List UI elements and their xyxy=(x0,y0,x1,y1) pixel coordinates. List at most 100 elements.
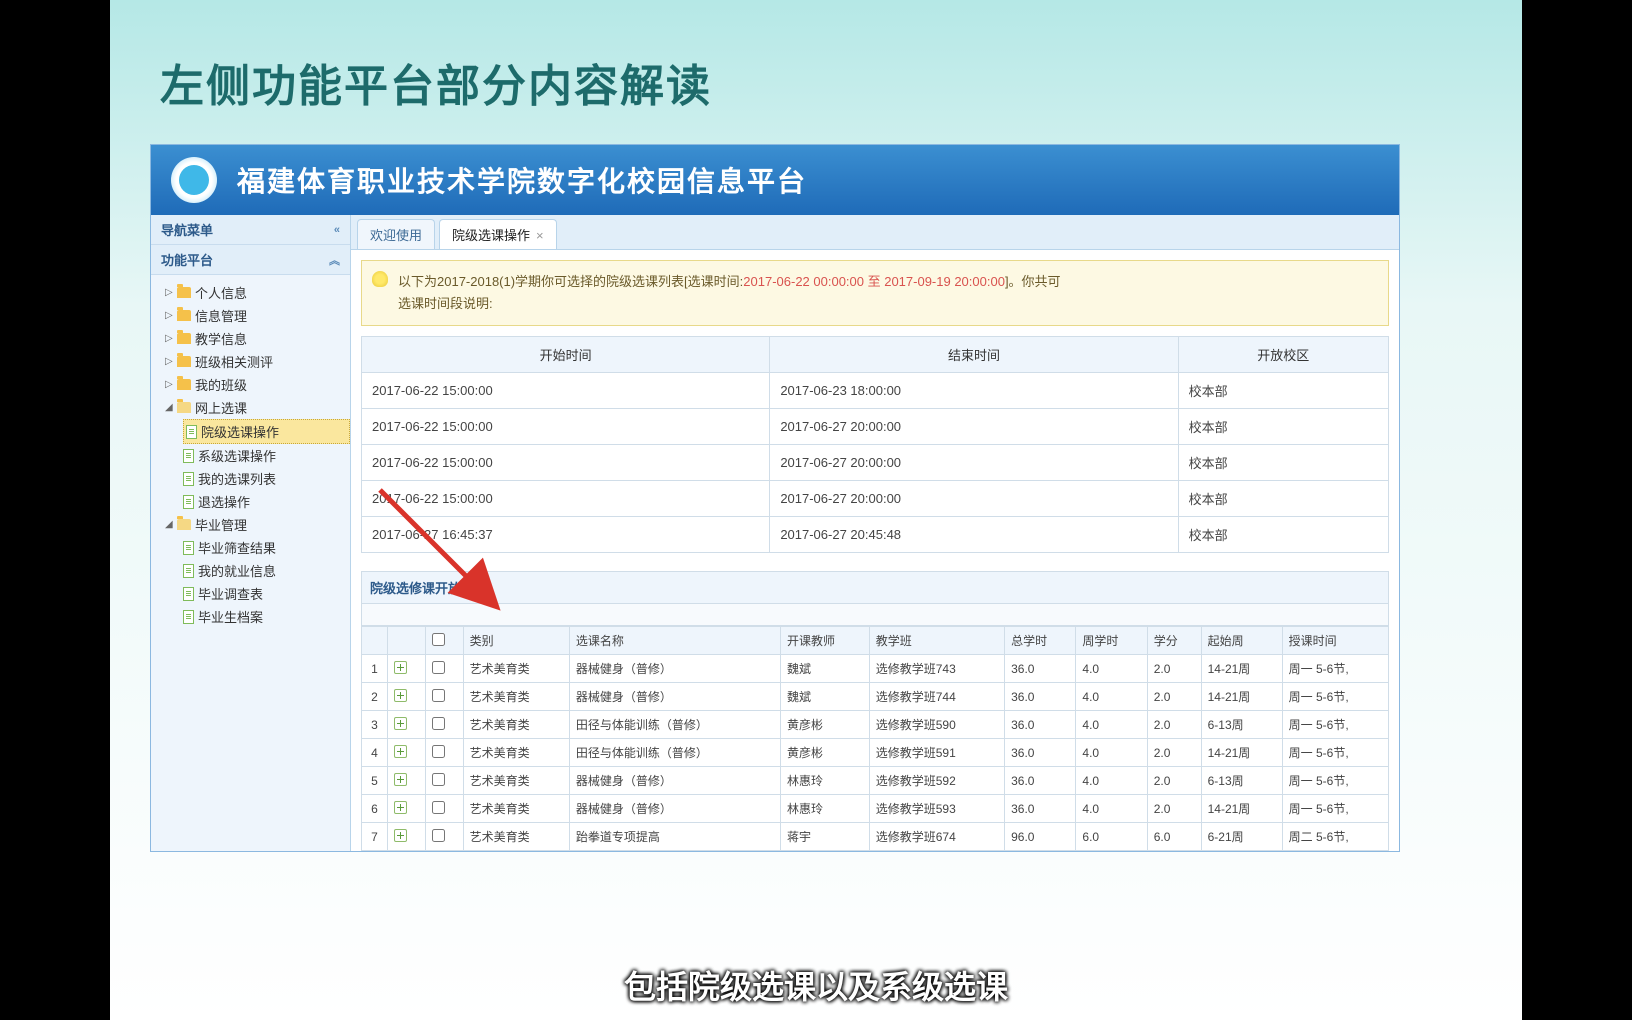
main-content: 欢迎使用 院级选课操作× 以下为2017-2018(1)学期你可选择的院级选课列… xyxy=(351,215,1399,851)
platform-header[interactable]: 功能平台 ︽ xyxy=(151,245,350,275)
sidebar: 导航菜单 « 功能平台 ︽ ▷个人信息 ▷信息管理 ▷教学信息 ▷班级相关测评 … xyxy=(151,215,351,851)
banner-prefix: 以下为2017-2018(1)学期你可选择的院级选课列表[选课时间: xyxy=(398,274,743,289)
add-course-icon[interactable] xyxy=(394,717,407,730)
file-icon xyxy=(183,564,194,578)
file-icon xyxy=(186,425,197,439)
banner-suffix: ]。你共可 xyxy=(1005,274,1061,289)
course-row: 5艺术美育类器械健身（普修）林惠玲选修教学班59236.04.02.06-13周… xyxy=(362,767,1389,795)
folder-open-icon xyxy=(177,519,191,530)
app-header: 福建体育职业技术学院数字化校园信息平台 xyxy=(151,145,1399,215)
add-course-icon[interactable] xyxy=(394,801,407,814)
row-checkbox[interactable] xyxy=(432,717,445,730)
time-row: 2017-06-22 15:00:002017-06-27 20:00:00校本… xyxy=(362,481,1389,517)
course-header xyxy=(425,627,463,655)
file-icon xyxy=(183,449,194,463)
course-header: 教学班 xyxy=(869,627,1004,655)
select-all-checkbox[interactable] xyxy=(432,633,445,646)
tree-node-graduation[interactable]: ◢毕业管理 xyxy=(155,513,350,536)
course-list-title: 院级选修课开放列表 xyxy=(361,571,1389,604)
time-header: 开始时间 xyxy=(362,337,770,373)
time-slot-table: 开始时间结束时间开放校区 2017-06-22 15:00:002017-06-… xyxy=(361,336,1389,553)
tree-leaf-yuan-select[interactable]: 院级选课操作 xyxy=(183,419,350,444)
tree-node-personal[interactable]: ▷个人信息 xyxy=(155,281,350,304)
close-icon[interactable]: × xyxy=(536,228,544,243)
folder-icon xyxy=(177,379,191,390)
tree-leaf-withdraw[interactable]: 退选操作 xyxy=(183,490,350,513)
add-course-icon[interactable] xyxy=(394,829,407,842)
tree-leaf-xi-select[interactable]: 系级选课操作 xyxy=(183,444,350,467)
add-course-icon[interactable] xyxy=(394,661,407,674)
file-icon xyxy=(183,587,194,601)
tab-course-select[interactable]: 院级选课操作× xyxy=(439,219,557,249)
add-course-icon[interactable] xyxy=(394,773,407,786)
time-header: 开放校区 xyxy=(1178,337,1388,373)
tree-leaf-employment[interactable]: 我的就业信息 xyxy=(183,559,350,582)
course-header: 开课教师 xyxy=(780,627,869,655)
folder-icon xyxy=(177,310,191,321)
collapse-up-icon[interactable]: ︽ xyxy=(329,252,340,268)
tree-leaf-grad-check[interactable]: 毕业筛查结果 xyxy=(183,536,350,559)
course-toolbar xyxy=(361,604,1389,626)
banner-time-range: 2017-06-22 00:00:00 至 2017-09-19 20:00:0… xyxy=(743,274,1005,289)
collapse-icon[interactable]: « xyxy=(334,224,340,236)
platform-label: 功能平台 xyxy=(161,250,213,269)
course-row: 6艺术美育类器械健身（普修）林惠玲选修教学班59336.04.02.014-21… xyxy=(362,795,1389,823)
tree-node-my-class[interactable]: ▷我的班级 xyxy=(155,373,350,396)
tree-node-info-mgmt[interactable]: ▷信息管理 xyxy=(155,304,350,327)
course-header: 选课名称 xyxy=(569,627,780,655)
school-logo-icon xyxy=(171,157,217,203)
course-header: 授课时间 xyxy=(1282,627,1388,655)
course-header xyxy=(388,627,426,655)
row-checkbox[interactable] xyxy=(432,773,445,786)
time-row: 2017-06-22 15:00:002017-06-27 20:00:00校本… xyxy=(362,409,1389,445)
tree-leaf-my-selections[interactable]: 我的选课列表 xyxy=(183,467,350,490)
course-row: 3艺术美育类田径与体能训练（普修）黄彦彬选修教学班59036.04.02.06-… xyxy=(362,711,1389,739)
nav-menu-header[interactable]: 导航菜单 « xyxy=(151,215,350,245)
folder-icon xyxy=(177,356,191,367)
course-row: 2艺术美育类器械健身（普修）魏斌选修教学班74436.04.02.014-21周… xyxy=(362,683,1389,711)
add-course-icon[interactable] xyxy=(394,745,407,758)
course-row: 1艺术美育类器械健身（普修）魏斌选修教学班74336.04.02.014-21周… xyxy=(362,655,1389,683)
app-frame: 福建体育职业技术学院数字化校园信息平台 导航菜单 « 功能平台 ︽ ▷个人信息 … xyxy=(150,144,1400,852)
course-header: 学分 xyxy=(1147,627,1201,655)
course-header xyxy=(362,627,388,655)
tab-bar: 欢迎使用 院级选课操作× xyxy=(351,215,1399,250)
tab-welcome[interactable]: 欢迎使用 xyxy=(357,219,435,249)
nav-menu-label: 导航菜单 xyxy=(161,220,213,239)
time-row: 2017-06-27 16:45:372017-06-27 20:45:48校本… xyxy=(362,517,1389,553)
row-checkbox[interactable] xyxy=(432,801,445,814)
row-checkbox[interactable] xyxy=(432,745,445,758)
file-icon xyxy=(183,610,194,624)
file-icon xyxy=(183,472,194,486)
video-subtitle: 包括院级选课以及系级选课 xyxy=(624,962,1008,1008)
add-course-icon[interactable] xyxy=(394,689,407,702)
lightbulb-icon xyxy=(372,271,388,287)
course-header: 总学时 xyxy=(1005,627,1076,655)
row-checkbox[interactable] xyxy=(432,829,445,842)
app-title: 福建体育职业技术学院数字化校园信息平台 xyxy=(237,160,807,200)
course-header: 周学时 xyxy=(1076,627,1147,655)
course-header: 起始周 xyxy=(1201,627,1282,655)
tree-leaf-grad-file[interactable]: 毕业生档案 xyxy=(183,605,350,628)
time-row: 2017-06-22 15:00:002017-06-27 20:00:00校本… xyxy=(362,445,1389,481)
file-icon xyxy=(183,541,194,555)
row-checkbox[interactable] xyxy=(432,689,445,702)
tree-node-class-eval[interactable]: ▷班级相关测评 xyxy=(155,350,350,373)
course-row: 4艺术美育类田径与体能训练（普修）黄彦彬选修教学班59136.04.02.014… xyxy=(362,739,1389,767)
time-row: 2017-06-22 15:00:002017-06-23 18:00:00校本… xyxy=(362,373,1389,409)
banner-line2: 选课时间段说明: xyxy=(398,296,493,311)
course-header: 类别 xyxy=(463,627,569,655)
slide-title: 左侧功能平台部分内容解读 xyxy=(160,50,1522,114)
info-banner: 以下为2017-2018(1)学期你可选择的院级选课列表[选课时间:2017-0… xyxy=(361,260,1389,326)
course-table: 类别选课名称开课教师教学班总学时周学时学分起始周授课时间 1艺术美育类器械健身（… xyxy=(361,626,1389,851)
nav-tree: ▷个人信息 ▷信息管理 ▷教学信息 ▷班级相关测评 ▷我的班级 ◢网上选课 院级… xyxy=(151,275,350,634)
folder-icon xyxy=(177,333,191,344)
course-row: 7艺术美育类跆拳道专项提高蒋宇选修教学班67496.06.06.06-21周周二… xyxy=(362,823,1389,851)
row-checkbox[interactable] xyxy=(432,661,445,674)
folder-icon xyxy=(177,287,191,298)
tree-leaf-grad-survey[interactable]: 毕业调查表 xyxy=(183,582,350,605)
file-icon xyxy=(183,495,194,509)
time-header: 结束时间 xyxy=(770,337,1178,373)
tree-node-online-course[interactable]: ◢网上选课 xyxy=(155,396,350,419)
tree-node-teaching[interactable]: ▷教学信息 xyxy=(155,327,350,350)
